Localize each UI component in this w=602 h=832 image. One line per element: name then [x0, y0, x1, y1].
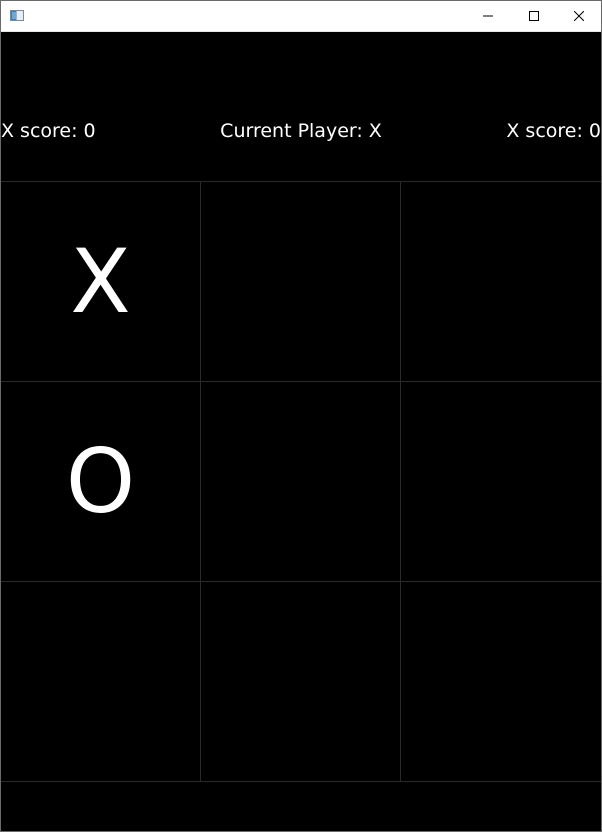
board-cell-1-1[interactable]: X [1, 182, 201, 382]
board-cell-2-2[interactable] [201, 382, 401, 582]
right-score-label: X score: 0 [506, 120, 601, 142]
close-icon [574, 11, 584, 21]
game-board: X O [1, 181, 601, 782]
title-bar[interactable] [1, 1, 601, 32]
maximize-icon [529, 11, 539, 21]
app-window: X score: 0 Current Player: X X score: 0 … [0, 0, 602, 832]
board-cell-2-3[interactable] [401, 382, 601, 582]
board-cell-1-2[interactable] [201, 182, 401, 382]
maximize-button[interactable] [511, 1, 557, 31]
board-cell-3-3[interactable] [401, 582, 601, 781]
status-row: X score: 0 Current Player: X X score: 0 [1, 32, 601, 182]
minimize-button[interactable] [465, 1, 511, 31]
board-cell-3-2[interactable] [201, 582, 401, 781]
board-cell-1-3[interactable] [401, 182, 601, 382]
app-window-icon [10, 10, 24, 21]
close-button[interactable] [556, 1, 602, 31]
board-cell-2-1[interactable]: O [1, 382, 201, 582]
game-area: X score: 0 Current Player: X X score: 0 … [1, 32, 601, 831]
board-cell-3-1[interactable] [1, 582, 201, 781]
minimize-icon [483, 15, 493, 17]
